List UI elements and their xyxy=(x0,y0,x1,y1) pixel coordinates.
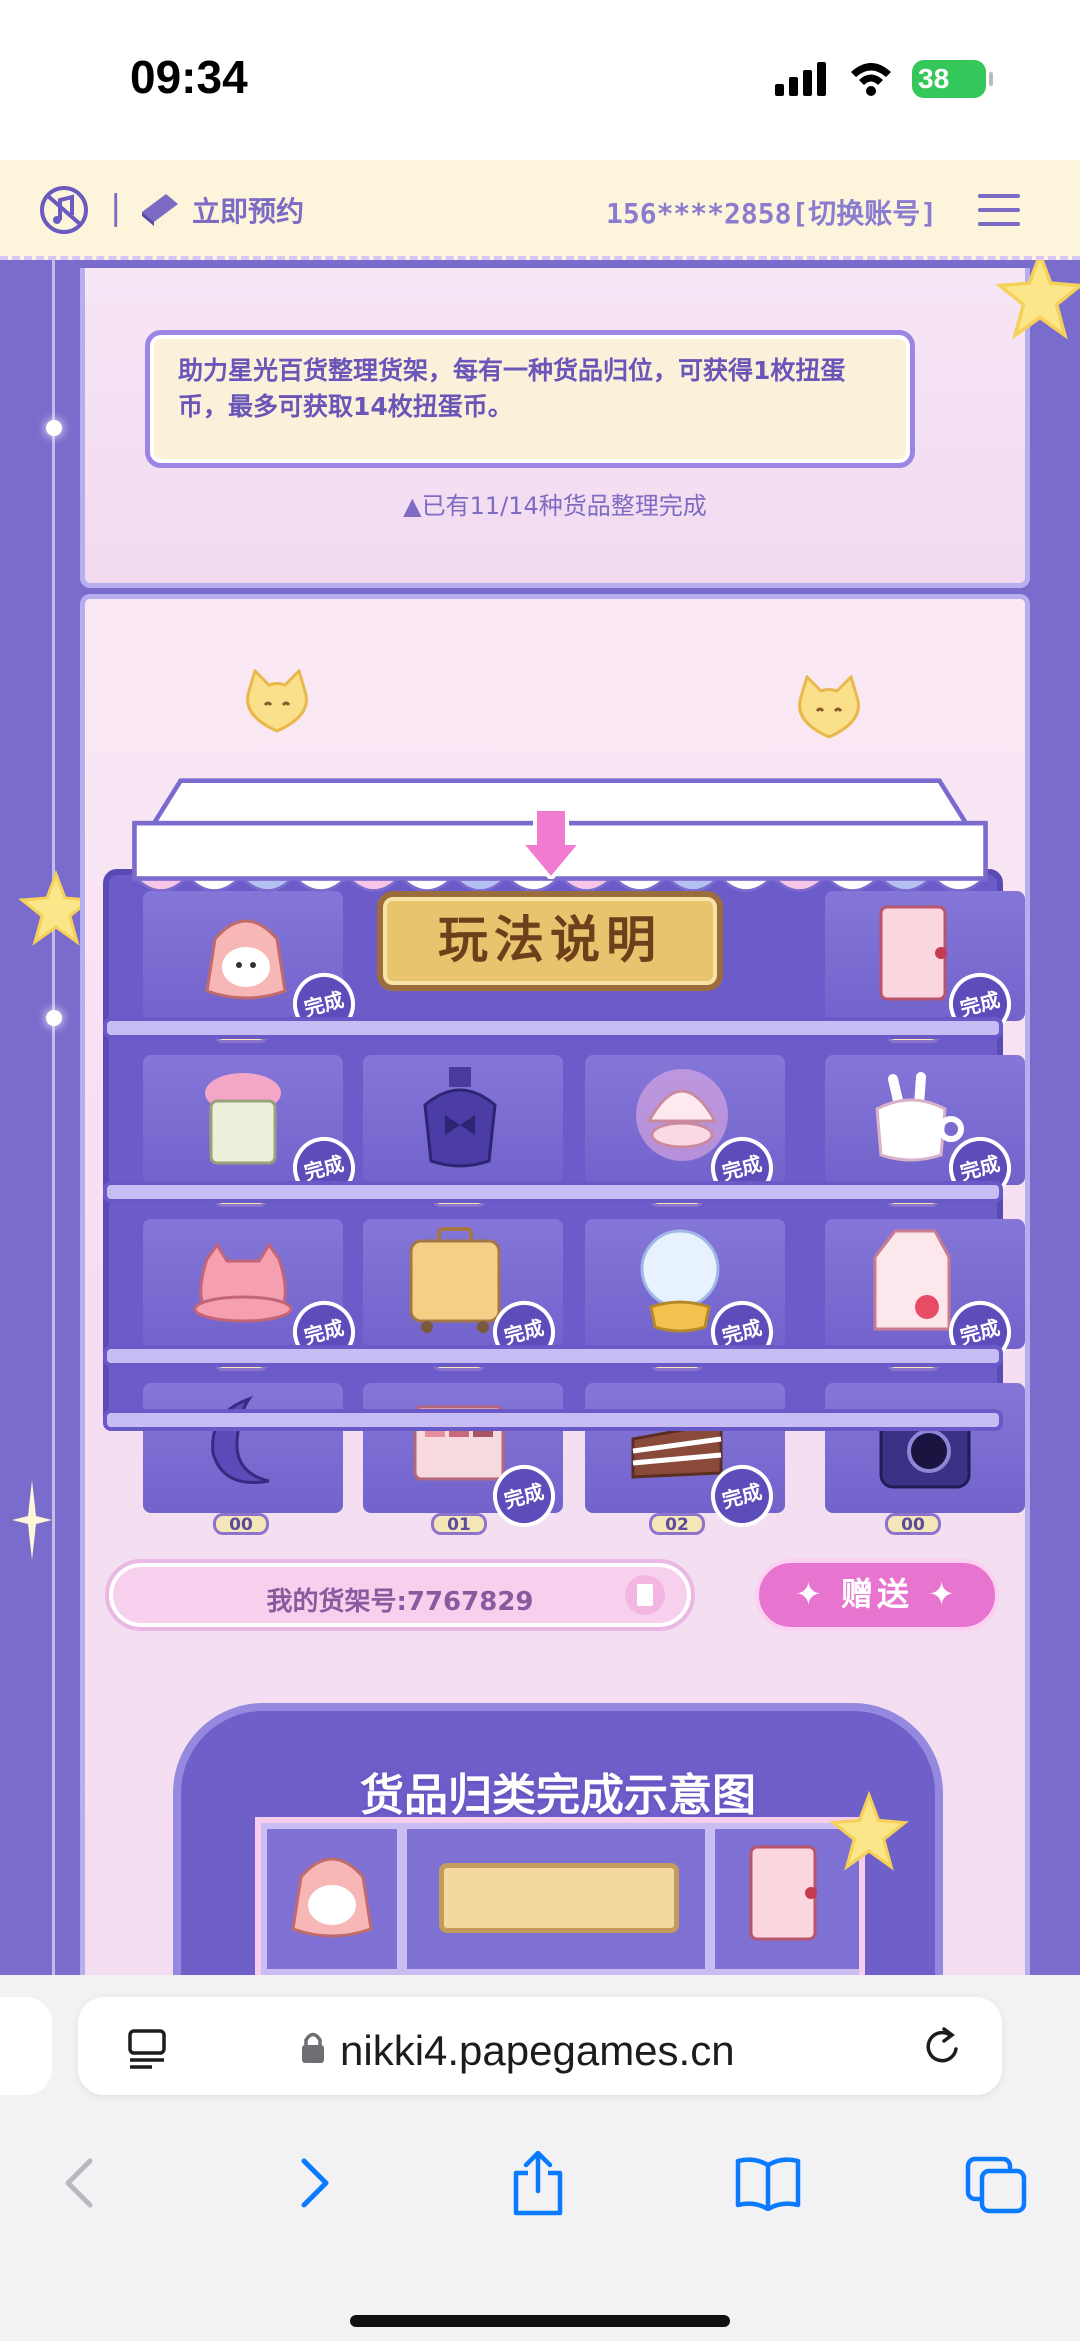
shelf-slot[interactable]: 完成 02 xyxy=(585,1219,785,1371)
wifi-icon xyxy=(851,63,891,96)
rules-button[interactable]: 玩法说明 xyxy=(377,891,723,991)
sparkle-icon xyxy=(12,1480,52,1560)
info-box: 助力星光百货整理货架，每有一种货品归位，可获得1枚扭蛋币，最多可获取14枚扭蛋币… xyxy=(145,330,915,468)
signal-icon xyxy=(775,62,826,96)
progress-text: 已有11/14种货品整理完成 xyxy=(421,492,707,520)
shelf-slot[interactable]: 完成 01 xyxy=(143,891,362,1043)
perfume-bottle-icon xyxy=(423,1067,497,1168)
flower-pot-icon xyxy=(205,1073,281,1165)
example-shelf xyxy=(255,1817,865,1975)
item-count: 00 xyxy=(885,1513,941,1535)
page-background: 助力星光百货整理货架，每有一种货品归位，可获得1枚扭蛋币，最多可获取14枚扭蛋币… xyxy=(0,260,1080,1975)
shelf-number: 我的货架号:7767829 xyxy=(266,1587,534,1617)
arrow-down-icon xyxy=(521,809,581,879)
reserve-link[interactable]: 立即预约 xyxy=(192,190,304,230)
shelf-slot[interactable]: 完成 01 xyxy=(143,1055,362,1207)
example-slot xyxy=(267,1829,397,1969)
book-icon xyxy=(142,194,178,226)
shelf-slot[interactable]: 完成 02 xyxy=(585,1383,785,1535)
item-count: 01 xyxy=(431,1513,487,1535)
music-off-icon[interactable] xyxy=(38,184,90,236)
shelf-plank xyxy=(103,1409,1003,1431)
star-icon xyxy=(829,1791,909,1871)
bunny-mug-icon xyxy=(875,1072,964,1162)
reload-icon[interactable] xyxy=(920,2025,964,2069)
account-switch-link[interactable]: 156****2858[切换账号] xyxy=(606,192,937,232)
cat-icon xyxy=(798,675,860,739)
header-divider: | xyxy=(110,188,122,228)
shelf-slot[interactable]: 00 xyxy=(825,1383,1025,1535)
site-header: | 立即预约 156****2858[切换账号] xyxy=(0,160,1080,260)
item-count: 00 xyxy=(213,1513,269,1535)
shelf-slot[interactable]: 完成 01 xyxy=(585,1055,785,1207)
progress-note: ▲已有11/14种货品整理完成 xyxy=(403,492,707,520)
browser-address-area: nikki4.papegames.cn xyxy=(0,1975,1080,2115)
battery-indicator: 38 xyxy=(912,60,993,98)
shelf-plank xyxy=(103,1181,1003,1203)
crystal-ball-icon xyxy=(640,1229,720,1333)
cat-icon xyxy=(246,669,308,733)
shelf-slot[interactable]: 完成 01 xyxy=(363,1219,563,1371)
shelf-slot[interactable]: 完成 01 xyxy=(825,1219,1025,1371)
photo-album-icon xyxy=(749,1845,817,1941)
status-time: 09:34 xyxy=(130,51,248,103)
shelf-slot[interactable]: 完成 01 xyxy=(363,1383,563,1535)
home-indicator xyxy=(350,2315,730,2327)
example-sign xyxy=(439,1863,679,1933)
shelf-slot[interactable]: 完成 01 xyxy=(825,1055,1025,1207)
example-slot xyxy=(407,1829,705,1969)
bunny-backpack-icon xyxy=(205,919,287,1000)
suitcase-icon xyxy=(409,1227,501,1333)
shelf-slot[interactable]: 00 xyxy=(143,1383,343,1535)
milk-carton-icon xyxy=(873,1229,951,1331)
decorative-line xyxy=(52,260,55,1975)
gift-button[interactable]: ✦ 赠送 ✦ xyxy=(755,1559,999,1631)
browser-toolbar xyxy=(0,2115,1080,2341)
example-diagram: 货品归类完成示意图 xyxy=(173,1703,943,1975)
star-icon xyxy=(995,260,1080,340)
forward-icon[interactable] xyxy=(294,2155,334,2211)
shelf-slot[interactable]: 完成 02 xyxy=(825,891,1025,1043)
bunny-backpack-icon xyxy=(291,1857,373,1938)
sparkle-dot xyxy=(46,1010,62,1026)
shelf-plank xyxy=(103,1345,1003,1367)
shelf-number-bar: 我的货架号:7767829 xyxy=(105,1559,695,1631)
info-panel: 助力星光百货整理货架，每有一种货品归位，可获得1枚扭蛋币，最多可获取14枚扭蛋币… xyxy=(80,268,1030,588)
game-panel: 完成 01 完成 02 完成 01 xyxy=(80,594,1030,1975)
menu-icon[interactable] xyxy=(978,192,1020,228)
page-menu-icon[interactable] xyxy=(126,2029,168,2069)
example-title: 货品归类完成示意图 xyxy=(360,1770,756,1821)
bookmarks-icon[interactable] xyxy=(734,2155,802,2211)
previous-tab-peek[interactable] xyxy=(0,1997,52,2095)
back-icon[interactable] xyxy=(60,2155,100,2211)
shelf-slot[interactable]: 00 xyxy=(363,1055,563,1207)
photo-album-icon xyxy=(879,905,947,1001)
item-count: 02 xyxy=(649,1513,705,1535)
tabs-icon[interactable] xyxy=(964,2155,1028,2215)
cat-hat-icon xyxy=(193,1242,293,1323)
event-description: 助力星光百货整理货架，每有一种货品归位，可获得1枚扭蛋币，最多可获取14枚扭蛋币… xyxy=(178,356,846,421)
status-bar: 09:34 38 xyxy=(0,0,1080,160)
url-text: nikki4.papegames.cn xyxy=(340,2027,735,2074)
address-bar[interactable]: nikki4.papegames.cn xyxy=(78,1997,1002,2095)
sparkle-dot xyxy=(46,420,62,436)
gift-button-label: 赠送 xyxy=(840,1575,913,1613)
share-icon[interactable] xyxy=(510,2151,566,2217)
lock-icon xyxy=(302,2032,324,2063)
shelf-slot[interactable]: 完成 01 xyxy=(143,1219,362,1371)
shelf-plank xyxy=(103,1017,1003,1039)
moon-pillow-icon xyxy=(211,1396,270,1484)
copy-icon[interactable] xyxy=(625,1575,665,1615)
